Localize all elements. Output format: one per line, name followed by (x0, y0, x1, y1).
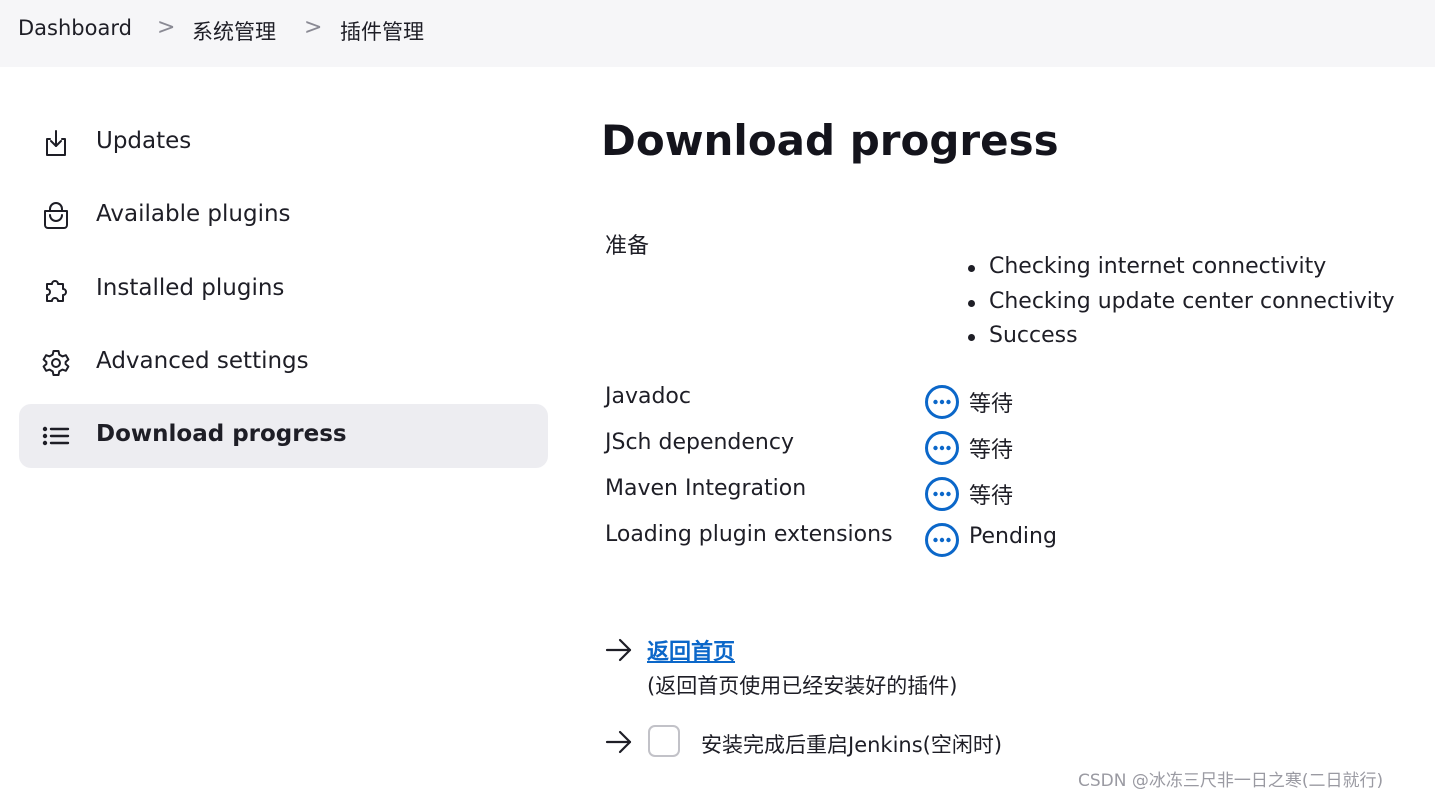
page-title: Download progress (601, 116, 1059, 165)
breadcrumb-plugin-management[interactable]: 插件管理 (340, 16, 424, 46)
plugin-status: Pending (969, 524, 1057, 549)
plugin-name: Javadoc (605, 384, 691, 409)
list-icon (42, 426, 70, 446)
watermark: CSDN @冰冻三尺非一日之寒(二日就行) (1078, 771, 1384, 791)
breadcrumb-separator: > (304, 15, 323, 40)
sidebar-item-label: Download progress (96, 421, 347, 447)
plugin-status: 等待 (969, 392, 1014, 417)
restart-checkbox[interactable] (648, 725, 680, 757)
sidebar-item-label: Available plugins (96, 201, 291, 227)
arrow-right-icon (605, 730, 632, 754)
sidebar-item-download-progress[interactable]: Download progress (19, 404, 548, 468)
plugin-name: Loading plugin extensions (605, 522, 893, 547)
arrow-right-icon (605, 638, 632, 662)
list-item: Success (968, 319, 1395, 354)
plugin-status-row: Loading plugin extensions Pending (605, 522, 1305, 562)
plugin-status: 等待 (969, 484, 1014, 509)
sidebar-item-updates[interactable]: Updates (19, 111, 548, 175)
restart-label[interactable]: 安装完成后重启Jenkins(空闲时) (701, 729, 1002, 759)
list-item: Checking update center connectivity (968, 285, 1395, 320)
go-home-description: (返回首页使用已经安装好的插件) (647, 674, 958, 698)
sidebar-item-advanced-settings[interactable]: Advanced settings (19, 331, 548, 395)
plugin-status-row: JSch dependency 等待 (605, 430, 1305, 470)
pending-icon (925, 385, 959, 419)
breadcrumb-system-management[interactable]: 系统管理 (192, 16, 276, 46)
sidebar-item-installed-plugins[interactable]: Installed plugins (19, 258, 548, 322)
list-item: Checking internet connectivity (968, 250, 1395, 285)
breadcrumb: Dashboard > 系统管理 > 插件管理 (0, 0, 1435, 67)
sidebar-item-label: Advanced settings (96, 348, 309, 374)
shopping-bag-icon (44, 202, 68, 229)
go-home-link[interactable]: 返回首页 (647, 634, 735, 666)
breadcrumb-dashboard[interactable]: Dashboard (18, 16, 132, 40)
sidebar-item-label: Installed plugins (96, 275, 285, 301)
gear-icon (42, 350, 70, 376)
pending-icon (925, 431, 959, 465)
pending-icon (925, 523, 959, 557)
plugin-name: Maven Integration (605, 476, 807, 501)
puzzle-icon (46, 280, 67, 302)
plugin-status: 等待 (969, 438, 1014, 463)
plugin-status-row: Maven Integration 等待 (605, 476, 1305, 516)
preparation-steps: Checking internet connectivity Checking … (968, 250, 1395, 354)
plugin-status-row: Javadoc 等待 (605, 384, 1305, 424)
plugin-name: JSch dependency (605, 430, 794, 455)
sidebar-item-label: Updates (96, 128, 192, 154)
sidebar-item-available-plugins[interactable]: Available plugins (19, 184, 548, 248)
download-icon (46, 130, 66, 156)
preparation-label: 准备 (605, 234, 650, 259)
breadcrumb-separator: > (157, 15, 176, 40)
pending-icon (925, 477, 959, 511)
